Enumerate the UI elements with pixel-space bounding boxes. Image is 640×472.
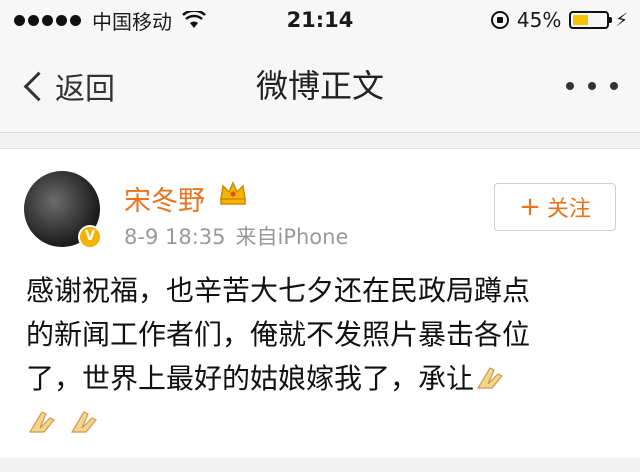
status-bar: 中国移动 21:14 45% ⚡ (0, 0, 640, 40)
navigation-bar: 返回 微博正文 (0, 40, 640, 133)
status-right-group: 45% ⚡ (490, 6, 628, 34)
ellipsis-icon (588, 82, 596, 90)
plus-icon: + (519, 192, 541, 222)
follow-label: 关注 (546, 197, 591, 222)
praying-hands-emoji-icon (476, 367, 503, 389)
battery-percent: 45% (516, 8, 562, 32)
page-title: 微博正文 (255, 67, 384, 105)
post-meta: 8-9 18:35 来自iPhone (124, 221, 348, 251)
follow-button[interactable]: + 关注 (494, 183, 616, 231)
post-emoji-line (26, 401, 616, 445)
post-source: 来自iPhone (235, 225, 349, 249)
ellipsis-icon (610, 82, 618, 90)
weibo-post-card: V 宋冬野 8-9 18:35 来自iPhone + 关注 感谢祝福，也辛苦大七夕… (0, 148, 640, 460)
avatar[interactable]: V (24, 171, 102, 249)
charging-bolt-icon: ⚡ (615, 9, 628, 31)
ellipsis-icon (566, 82, 574, 90)
post-text-line: 的新闻工作者们，俺就不发照片暴击各位 (26, 318, 531, 351)
author-name[interactable]: 宋冬野 (124, 179, 205, 218)
praying-hands-emoji-icon (28, 411, 55, 433)
post-text-line: 了，世界上最好的姑娘嫁我了，承让 (26, 357, 616, 401)
more-options-button[interactable] (566, 76, 618, 96)
battery-level-fill (573, 15, 588, 25)
crown-icon (220, 181, 246, 205)
rotation-lock-icon (490, 11, 509, 29)
post-body: 感谢祝福，也辛苦大七夕还在民政局蹲点 的新闻工作者们，俺就不发照片暴击各位 了，… (26, 269, 616, 445)
verified-v-icon: V (78, 225, 102, 249)
battery-icon (569, 11, 613, 29)
post-timestamp: 8-9 18:35 (124, 225, 226, 249)
bottom-divider (0, 458, 640, 472)
post-text-segment: 了，世界上最好的姑娘嫁我了，承让 (26, 362, 475, 395)
praying-hands-emoji-icon (70, 411, 97, 433)
post-text-line: 感谢祝福，也辛苦大七夕还在民政局蹲点 (26, 274, 531, 307)
